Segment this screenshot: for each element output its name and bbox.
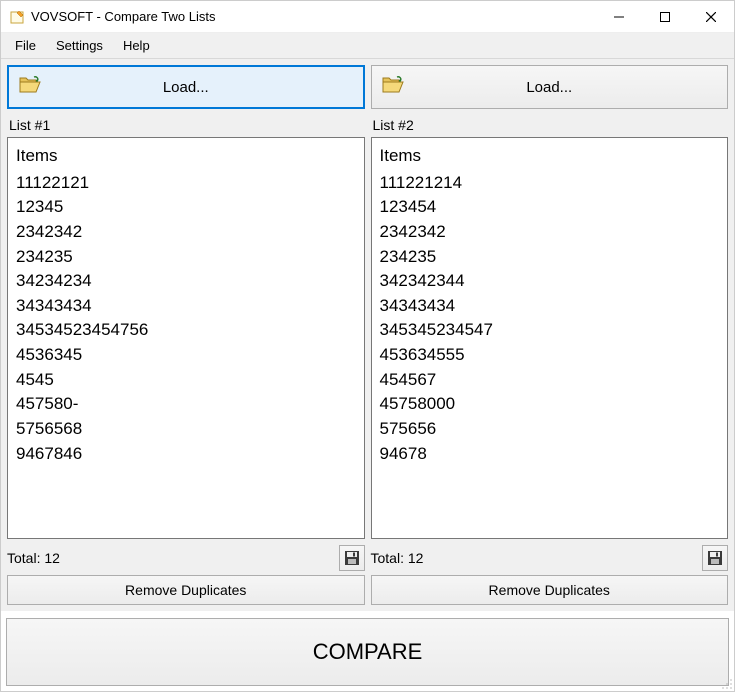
panel-list2: Load... List #2 Items 111221214123454234… bbox=[371, 65, 729, 605]
list-item[interactable]: 123454 bbox=[380, 195, 720, 220]
minimize-button[interactable] bbox=[596, 1, 642, 33]
list-item[interactable]: 94678 bbox=[380, 442, 720, 467]
list2-footer: Total: 12 bbox=[371, 545, 729, 571]
list-item[interactable]: 342342344 bbox=[380, 269, 720, 294]
menu-help[interactable]: Help bbox=[113, 35, 160, 56]
load-list1-button[interactable]: Load... bbox=[7, 65, 365, 109]
list-item[interactable]: 234235 bbox=[380, 245, 720, 270]
list-item[interactable]: 34234234 bbox=[16, 269, 356, 294]
titlebar: VOVSOFT - Compare Two Lists bbox=[1, 1, 734, 33]
save-list2-button[interactable] bbox=[702, 545, 728, 571]
menubar: File Settings Help bbox=[1, 33, 734, 59]
list2-total: Total: 12 bbox=[371, 550, 424, 566]
app-icon bbox=[9, 9, 25, 25]
save-list1-button[interactable] bbox=[339, 545, 365, 571]
resize-grip[interactable] bbox=[719, 676, 733, 690]
maximize-button[interactable] bbox=[642, 1, 688, 33]
list-item[interactable]: 453634555 bbox=[380, 343, 720, 368]
menu-file[interactable]: File bbox=[5, 35, 46, 56]
close-icon bbox=[706, 12, 716, 22]
list-item[interactable]: 2342342 bbox=[16, 220, 356, 245]
list-item[interactable]: 575656 bbox=[380, 417, 720, 442]
list-item[interactable]: 12345 bbox=[16, 195, 356, 220]
list2-header: Items bbox=[380, 144, 720, 169]
compare-button[interactable]: COMPARE bbox=[6, 618, 729, 686]
list1-box[interactable]: Items 1112212112345234234223423534234234… bbox=[7, 137, 365, 539]
remove-duplicates-list1-button[interactable]: Remove Duplicates bbox=[7, 575, 365, 605]
window-title: VOVSOFT - Compare Two Lists bbox=[31, 9, 215, 24]
list2-label: List #2 bbox=[373, 117, 727, 133]
load-list2-button[interactable]: Load... bbox=[371, 65, 729, 109]
save-icon bbox=[707, 550, 723, 566]
list2-box[interactable]: Items 1112212141234542342342234235342342… bbox=[371, 137, 729, 539]
folder-open-icon bbox=[19, 76, 41, 98]
maximize-icon bbox=[660, 12, 670, 22]
list-item[interactable]: 345345234547 bbox=[380, 318, 720, 343]
remove-duplicates-list2-button[interactable]: Remove Duplicates bbox=[371, 575, 729, 605]
list1-footer: Total: 12 bbox=[7, 545, 365, 571]
list-item[interactable]: 34343434 bbox=[16, 294, 356, 319]
list-item[interactable]: 4545 bbox=[16, 368, 356, 393]
panel-list1: Load... List #1 Items 111221211234523423… bbox=[7, 65, 365, 605]
list-item[interactable]: 234235 bbox=[16, 245, 356, 270]
list1-total: Total: 12 bbox=[7, 550, 60, 566]
list-item[interactable]: 11122121 bbox=[16, 171, 356, 196]
folder-open-icon bbox=[382, 76, 404, 98]
list-item[interactable]: 9467846 bbox=[16, 442, 356, 467]
list1-header: Items bbox=[16, 144, 356, 169]
minimize-icon bbox=[614, 12, 624, 22]
list-item[interactable]: 2342342 bbox=[380, 220, 720, 245]
main-content: Load... List #1 Items 111221211234523423… bbox=[1, 59, 734, 611]
list-item[interactable]: 457580- bbox=[16, 392, 356, 417]
list1-label: List #1 bbox=[9, 117, 363, 133]
list-item[interactable]: 45758000 bbox=[380, 392, 720, 417]
load-list2-label: Load... bbox=[526, 79, 572, 96]
list-item[interactable]: 34343434 bbox=[380, 294, 720, 319]
list-item[interactable]: 111221214 bbox=[380, 171, 720, 196]
load-list1-label: Load... bbox=[163, 79, 209, 96]
list-item[interactable]: 454567 bbox=[380, 368, 720, 393]
list-item[interactable]: 5756568 bbox=[16, 417, 356, 442]
close-button[interactable] bbox=[688, 1, 734, 33]
save-icon bbox=[344, 550, 360, 566]
list-item[interactable]: 34534523454756 bbox=[16, 318, 356, 343]
list-item[interactable]: 4536345 bbox=[16, 343, 356, 368]
menu-settings[interactable]: Settings bbox=[46, 35, 113, 56]
